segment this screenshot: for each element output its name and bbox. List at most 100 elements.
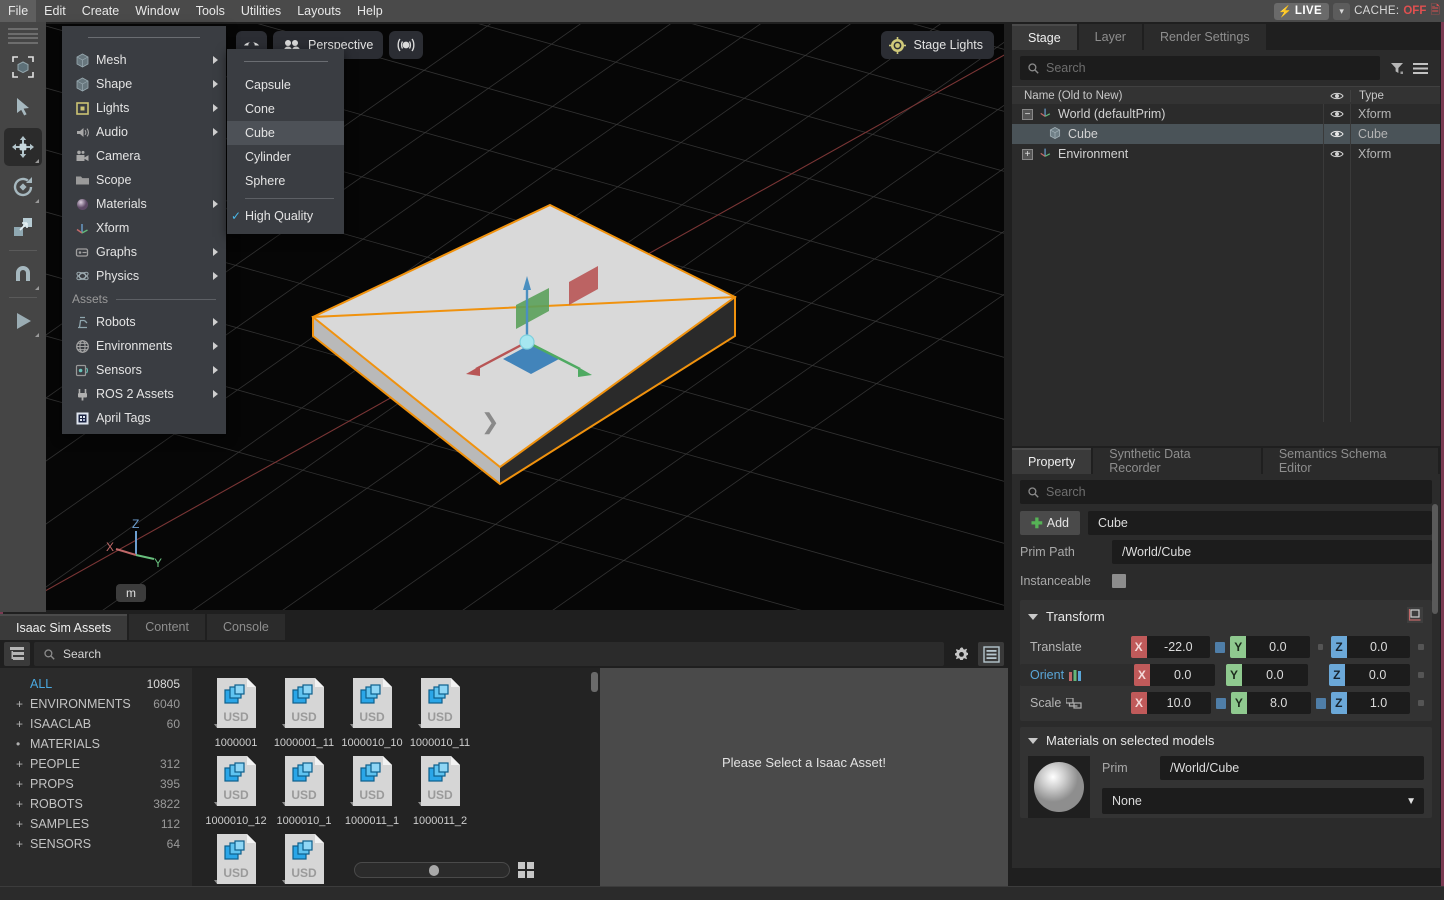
orient-x-field[interactable]: 0.0 [1150,664,1215,686]
shape-item-cone[interactable]: Cone [227,97,344,121]
orient-z-field[interactable]: 0.0 [1345,664,1410,686]
list-item[interactable]: USD 1000011_1 [339,754,405,828]
tab-render-settings[interactable]: Render Settings [1144,24,1266,50]
rotate-tool-button[interactable] [4,168,42,206]
translate-z-field[interactable]: 0.0 [1347,636,1410,658]
grid-view-icon[interactable] [516,860,536,880]
cache-file-icon[interactable]: 🗎 [1430,1,1440,22]
list-item[interactable]: USD 1000010_1 [271,754,337,828]
menu-tools[interactable]: Tools [188,0,233,22]
create-menu-item-materials[interactable]: Materials [62,192,226,216]
list-item[interactable]: USD 1000010_12 [203,754,269,828]
material-select-dropdown[interactable]: None ▼ [1102,788,1424,814]
translate-link-yz[interactable] [1318,644,1324,650]
create-menu-item-shape[interactable]: Shape [62,72,226,96]
create-menu-item-camera[interactable]: Camera [62,144,226,168]
materials-header[interactable]: Materials on selected models [1020,733,1432,752]
list-item[interactable]: USD 1000011_2 [407,754,473,828]
pointer-tool-button[interactable] [4,88,42,126]
table-row[interactable]: − World (defaultPrim) Xform [1012,104,1440,124]
scale-x-field[interactable]: 10.0 [1147,692,1211,714]
submenu-tearoff-handle[interactable] [227,49,344,73]
property-scrollbar[interactable] [1432,504,1438,614]
shape-item-cylinder[interactable]: Cylinder [227,145,344,169]
create-menu-dropdown[interactable]: Mesh Shape Lights Audio [62,26,226,434]
tab-synthetic-data-recorder[interactable]: Synthetic Data Recorder [1093,448,1261,474]
visibility-toggle[interactable] [1324,149,1350,159]
visibility-toggle[interactable] [1324,109,1350,119]
tab-console[interactable]: Console [207,614,285,640]
live-dropdown-button[interactable]: ▾ [1333,3,1350,20]
prim-path-field[interactable]: /World/Cube [1112,540,1432,564]
scale-z-field[interactable]: 1.0 [1347,692,1411,714]
material-prim-field[interactable]: /World/Cube [1160,756,1424,780]
play-button[interactable] [4,302,42,340]
transform-reset-icon[interactable] [1406,606,1424,627]
thumbnail-size-slider[interactable] [354,862,510,878]
create-menu-item-ros2-assets[interactable]: ROS 2 Assets [62,382,226,406]
list-item[interactable]: USD 1000001_11 [271,676,337,750]
assets-search-input[interactable]: Search [34,642,944,666]
list-item[interactable]: USD 1000010_10 [339,676,405,750]
scale-y-field[interactable]: 8.0 [1247,692,1311,714]
expander-expand[interactable]: + [1022,149,1033,160]
menu-file[interactable]: File [0,0,36,22]
add-button[interactable]: ✚ Add [1020,511,1080,535]
shape-item-capsule[interactable]: Capsule [227,73,344,97]
shape-submenu[interactable]: Capsule Cone Cube Cylinder Sphere ✓ High… [227,49,344,234]
list-item[interactable]: USD 1000012_2 [271,832,337,886]
assets-list-view-button[interactable] [978,642,1004,666]
tab-property[interactable]: Property [1012,448,1091,474]
tab-content[interactable]: Content [129,614,205,640]
stage-lights-button[interactable]: Stage Lights [881,31,995,59]
create-menu-item-graphs[interactable]: Graphs [62,240,226,264]
stage-search-input[interactable]: Search [1020,56,1380,80]
menu-help[interactable]: Help [349,0,391,22]
category-samples[interactable]: +SAMPLES 112 [0,814,192,834]
asset-grid-area[interactable]: USD 1000001 USD 1000001_11 USD 1000010_1… [192,668,600,886]
category-all[interactable]: ALL 10805 [0,674,192,694]
material-preview-thumbnail[interactable] [1028,756,1090,818]
list-item[interactable]: USD 1000001 [203,676,269,750]
property-search-input[interactable]: Search [1020,480,1432,504]
table-row[interactable]: Cube Cube [1012,124,1440,144]
slider-handle[interactable] [429,865,439,876]
list-item[interactable]: USD 1000010_11 [407,676,473,750]
translate-y-field[interactable]: 0.0 [1246,636,1309,658]
live-toggle-button[interactable]: ⚡ LIVE [1274,3,1329,20]
tree-view-toggle-button[interactable] [4,642,30,666]
create-menu-item-physics[interactable]: Physics [62,264,226,288]
shape-item-sphere[interactable]: Sphere [227,169,344,193]
create-menu-item-robots[interactable]: Robots [62,310,226,334]
instanceable-checkbox[interactable] [1112,574,1126,588]
visibility-toggle[interactable] [1324,129,1350,139]
tab-layer[interactable]: Layer [1079,24,1142,50]
viewport-render-mode-button[interactable] [389,31,423,59]
create-menu-item-mesh[interactable]: Mesh [62,48,226,72]
move-tool-button[interactable] [4,128,42,166]
translate-link-end[interactable] [1418,644,1424,650]
category-robots[interactable]: +ROBOTS 3822 [0,794,192,814]
category-people[interactable]: +PEOPLE 312 [0,754,192,774]
select-mode-button[interactable] [4,48,42,86]
create-menu-item-environments[interactable]: Environments [62,334,226,358]
filter-icon[interactable] [1390,61,1404,75]
menu-tearoff-handle[interactable] [62,26,226,48]
toolbar-grip[interactable] [8,28,38,44]
category-props[interactable]: +PROPS 395 [0,774,192,794]
scale-link-xy[interactable] [1216,698,1226,709]
list-item[interactable]: USD 1000012_1 [203,832,269,886]
menu-layouts[interactable]: Layouts [289,0,349,22]
transform-header[interactable]: Transform [1020,606,1432,631]
shape-item-cube[interactable]: Cube [227,121,344,145]
hamburger-menu-icon[interactable] [1413,62,1428,75]
create-menu-item-audio[interactable]: Audio [62,120,226,144]
asset-grid-scrollbar[interactable] [591,672,598,692]
scale-link-yz[interactable] [1316,698,1326,709]
snap-tool-button[interactable] [4,255,42,293]
tab-semantics-schema-editor[interactable]: Semantics Schema Editor [1263,448,1438,474]
scale-link-end[interactable] [1418,700,1424,706]
shape-item-high-quality[interactable]: ✓ High Quality [227,204,344,228]
orient-link-end[interactable] [1418,672,1424,678]
translate-x-field[interactable]: -22.0 [1147,636,1210,658]
